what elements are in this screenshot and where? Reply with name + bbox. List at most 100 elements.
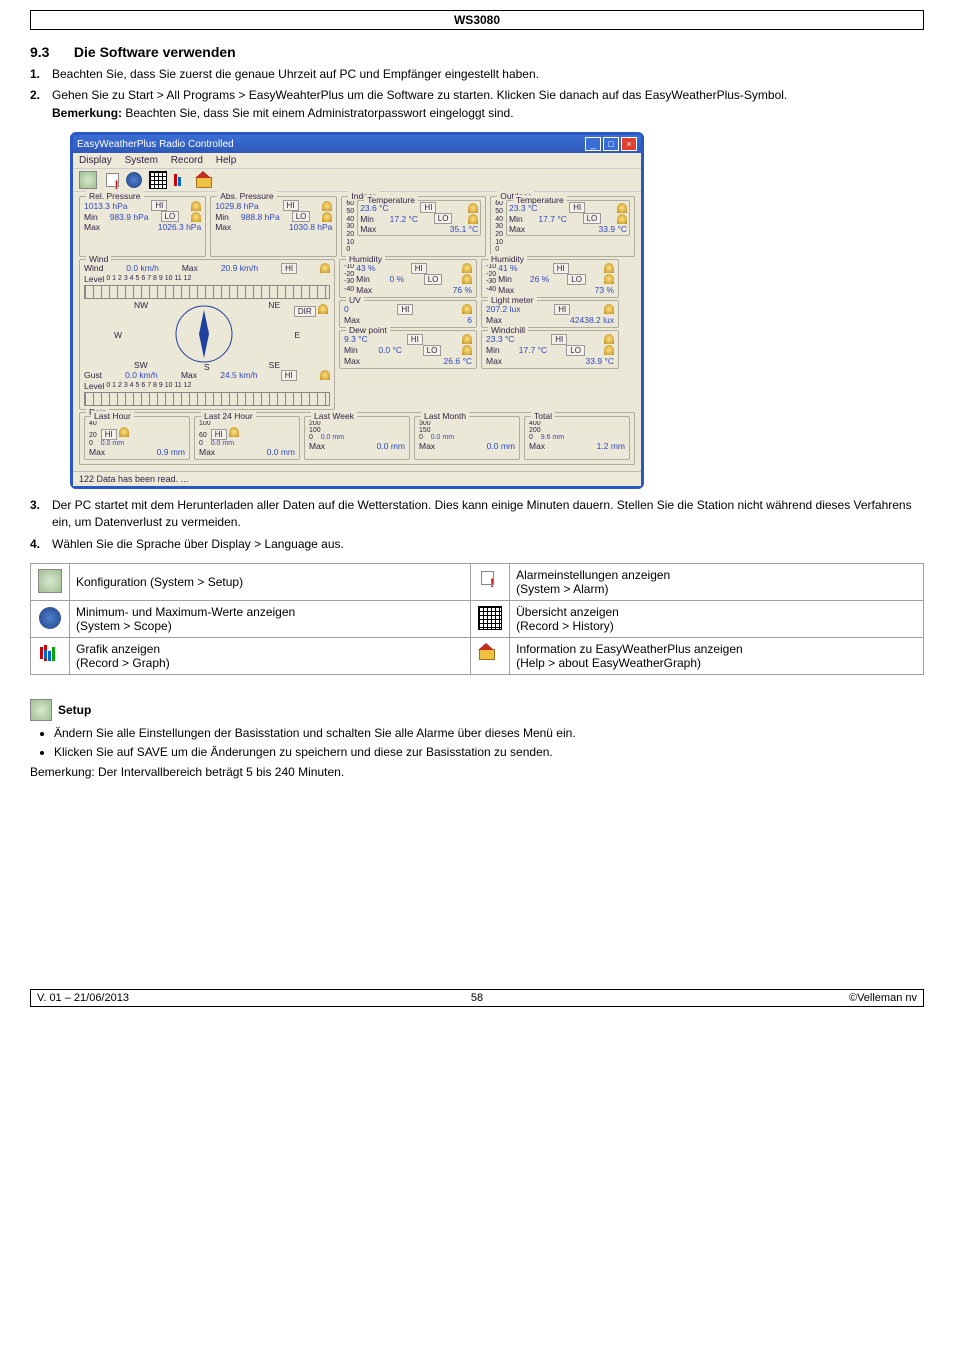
label: Max bbox=[84, 222, 100, 232]
menu-help[interactable]: Help bbox=[216, 155, 237, 166]
label: Max bbox=[529, 441, 545, 451]
bell-icon[interactable] bbox=[462, 345, 472, 355]
menu-record[interactable]: Record bbox=[171, 155, 203, 166]
label: Max bbox=[356, 285, 372, 295]
bell-icon[interactable] bbox=[318, 304, 328, 314]
bell-icon[interactable] bbox=[604, 334, 614, 344]
lo-button[interactable]: LO bbox=[434, 213, 453, 224]
bell-icon[interactable] bbox=[462, 334, 472, 344]
feature-table: Konfiguration (System > Setup) Alarmeins… bbox=[30, 563, 924, 675]
compass-e: E bbox=[294, 330, 300, 340]
bell-icon[interactable] bbox=[229, 427, 239, 437]
axis: -20 bbox=[344, 271, 354, 279]
bell-icon[interactable] bbox=[322, 212, 332, 222]
wind-scale bbox=[84, 285, 330, 299]
titlebar: EasyWeatherPlus Radio Controlled _ □ × bbox=[73, 135, 641, 153]
lo-button[interactable]: LO bbox=[292, 211, 311, 222]
lo-button[interactable]: LO bbox=[161, 211, 180, 222]
bell-icon[interactable] bbox=[468, 203, 478, 213]
bell-icon[interactable] bbox=[322, 201, 332, 211]
bell-icon[interactable] bbox=[617, 214, 627, 224]
bell-icon[interactable] bbox=[119, 427, 129, 437]
panel-title: Rel. Pressure bbox=[86, 191, 144, 201]
bell-icon[interactable] bbox=[462, 304, 472, 314]
hi-button[interactable]: HI bbox=[101, 429, 117, 440]
scope-icon[interactable] bbox=[126, 172, 142, 188]
panel-title: UV bbox=[346, 295, 364, 305]
lo-button[interactable]: LO bbox=[424, 274, 443, 285]
panel-title: Last Month bbox=[421, 411, 469, 421]
bell-icon[interactable] bbox=[604, 345, 614, 355]
label: Max bbox=[486, 315, 502, 325]
bullet-item: Klicken Sie auf SAVE um die Änderungen z… bbox=[54, 744, 924, 761]
hi-button[interactable]: HI bbox=[281, 263, 297, 274]
hi-button[interactable]: HI bbox=[407, 334, 423, 345]
lo-button[interactable]: LO bbox=[583, 213, 602, 224]
panel-title: Humidity bbox=[346, 254, 385, 264]
axis: -40 bbox=[344, 286, 354, 294]
value: 0.0 mm bbox=[431, 434, 454, 441]
bell-icon[interactable] bbox=[462, 274, 472, 284]
bell-icon[interactable] bbox=[191, 201, 201, 211]
label: Max bbox=[199, 447, 215, 457]
value: 0.0 mm bbox=[487, 441, 515, 451]
hi-button[interactable]: HI bbox=[554, 304, 570, 315]
label: Max bbox=[344, 356, 360, 366]
bell-icon[interactable] bbox=[604, 274, 614, 284]
value: 17.7 °C bbox=[538, 214, 566, 224]
axis: 40 bbox=[89, 420, 97, 427]
hi-button[interactable]: HI bbox=[151, 200, 167, 211]
dir-button[interactable]: DIR bbox=[294, 306, 316, 317]
hi-button[interactable]: HI bbox=[283, 200, 299, 211]
label: Max bbox=[509, 224, 525, 234]
hi-button[interactable]: HI bbox=[411, 263, 427, 274]
lo-button[interactable]: LO bbox=[567, 274, 586, 285]
axis: -30 bbox=[486, 278, 496, 286]
menubar: Display System Record Help bbox=[73, 153, 641, 168]
label: Max bbox=[182, 263, 198, 273]
graph-icon[interactable] bbox=[173, 172, 189, 188]
hi-button[interactable]: HI bbox=[281, 370, 297, 381]
bell-icon[interactable] bbox=[604, 263, 614, 273]
menu-system[interactable]: System bbox=[125, 155, 158, 166]
value: 1029.8 hPa bbox=[215, 201, 258, 211]
lo-button[interactable]: LO bbox=[566, 345, 585, 356]
hi-button[interactable]: HI bbox=[420, 202, 436, 213]
history-icon[interactable] bbox=[149, 171, 167, 189]
value: 0.0 mm bbox=[101, 440, 124, 447]
value: 76 % bbox=[453, 285, 472, 295]
compass-ne: NE bbox=[268, 300, 280, 310]
value: 1026.3 hPa bbox=[158, 222, 201, 232]
bell-icon[interactable] bbox=[604, 304, 614, 314]
bell-icon[interactable] bbox=[462, 263, 472, 273]
axis: 300 bbox=[419, 420, 431, 427]
label: Max bbox=[498, 285, 514, 295]
menu-display[interactable]: Display bbox=[79, 155, 112, 166]
hi-button[interactable]: HI bbox=[397, 304, 413, 315]
hi-button[interactable]: HI bbox=[553, 263, 569, 274]
minimize-button[interactable]: _ bbox=[585, 137, 601, 151]
maximize-button[interactable]: □ bbox=[603, 137, 619, 151]
label: Min bbox=[360, 214, 374, 224]
lo-button[interactable]: LO bbox=[423, 345, 442, 356]
close-button[interactable]: × bbox=[621, 137, 637, 151]
step-num: 2. bbox=[30, 87, 52, 122]
axis: 40 bbox=[495, 216, 503, 224]
home-icon[interactable] bbox=[196, 172, 212, 188]
bell-icon[interactable] bbox=[191, 212, 201, 222]
bell-icon[interactable] bbox=[468, 214, 478, 224]
hi-button[interactable]: HI bbox=[569, 202, 585, 213]
hi-button[interactable]: HI bbox=[211, 429, 227, 440]
bell-icon[interactable] bbox=[617, 203, 627, 213]
value: 6 bbox=[467, 315, 472, 325]
label: Max bbox=[360, 224, 376, 234]
value: 73 % bbox=[595, 285, 614, 295]
bell-icon[interactable] bbox=[320, 370, 330, 380]
hi-button[interactable]: HI bbox=[551, 334, 567, 345]
setup-icon[interactable] bbox=[79, 171, 97, 189]
bell-icon[interactable] bbox=[320, 263, 330, 273]
alarm-icon[interactable] bbox=[104, 172, 120, 188]
axis: 0 bbox=[495, 246, 503, 254]
value: 1013.3 hPa bbox=[84, 201, 127, 211]
step-num: 3. bbox=[30, 497, 52, 532]
